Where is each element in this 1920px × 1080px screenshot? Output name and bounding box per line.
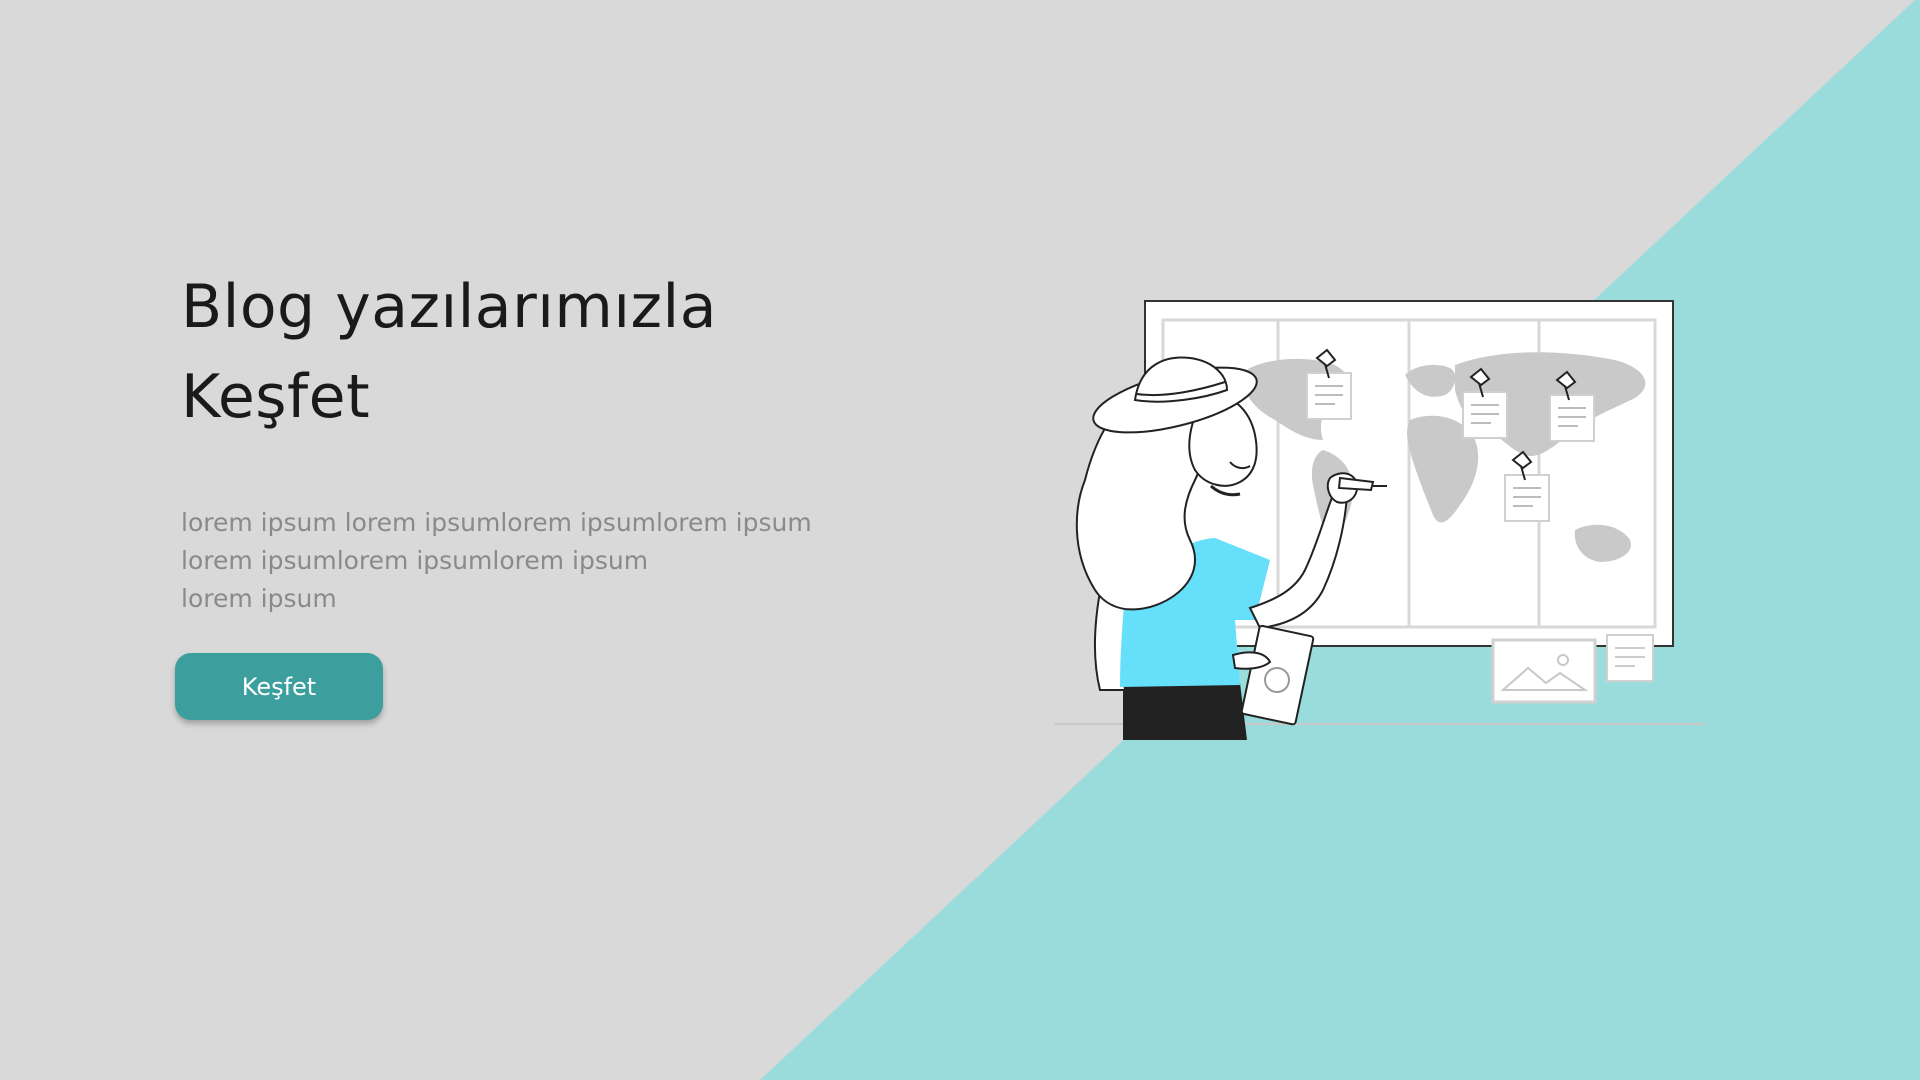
hero-description-line-2: lorem ipsumlorem ipsumlorem ipsum xyxy=(181,546,649,575)
hero-description-line-3: lorem ipsum xyxy=(181,584,337,613)
hero-description: lorem ipsum lorem ipsumlorem ipsumlorem … xyxy=(181,504,941,618)
landing-page: Blog yazılarımızla Keşfet lorem ipsum lo… xyxy=(0,0,1920,1080)
hero-section: Blog yazılarımızla Keşfet lorem ipsum lo… xyxy=(181,262,941,618)
hero-title-line-1: Blog yazılarımızla xyxy=(181,272,717,342)
explore-button[interactable]: Keşfet xyxy=(175,653,383,720)
hero-title: Blog yazılarımızla Keşfet xyxy=(181,262,941,442)
hero-description-line-1: lorem ipsum lorem ipsumlorem ipsumlorem … xyxy=(181,508,812,537)
traveler-with-world-map-illustration xyxy=(1055,300,1705,740)
hero-title-line-2: Keşfet xyxy=(181,362,371,432)
